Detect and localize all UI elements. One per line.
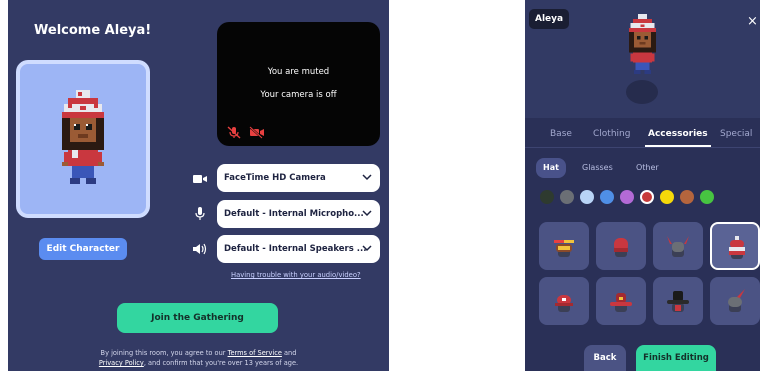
avatar-preview-card [16, 60, 150, 218]
hat-item[interactable] [596, 222, 646, 270]
black-hat-icon [667, 291, 689, 312]
hat-item[interactable] [653, 277, 703, 325]
hat-item[interactable] [710, 277, 760, 325]
tab-accessories[interactable]: Accessories [648, 129, 708, 139]
color-swatch[interactable] [600, 190, 614, 204]
microphone-select-value: Default - Internal Micropho... [224, 209, 364, 219]
color-swatch[interactable] [580, 190, 594, 204]
color-swatch[interactable] [620, 190, 634, 204]
hat-item[interactable] [653, 222, 703, 270]
page-title: Welcome Aleya! [34, 23, 152, 38]
av-trouble-link[interactable]: Having trouble with your audio/video? [231, 271, 361, 279]
legal-suffix: , and confirm that you're over 13 years … [143, 359, 299, 367]
hat-item[interactable] [596, 277, 646, 325]
tab-special[interactable]: Special [720, 129, 752, 139]
avatar-image-small [629, 14, 656, 75]
muted-status: You are muted [267, 67, 330, 77]
mic-off-icon[interactable] [227, 126, 241, 139]
red-beanie-icon [614, 238, 628, 257]
pompom-beanie-icon [729, 236, 745, 259]
color-swatch[interactable] [640, 190, 654, 204]
tab-base[interactable]: Base [550, 129, 572, 139]
close-icon[interactable]: × [747, 14, 758, 29]
speakers-select[interactable]: Default - Internal Speakers ... [217, 235, 380, 263]
video-preview: You are muted Your camera is off [217, 22, 380, 146]
lobby-panel: Welcome Aleya! Edit Character You are mu… [8, 0, 389, 371]
color-swatch[interactable] [680, 190, 694, 204]
category-tabs: Base Clothing Accessories Special [525, 118, 760, 148]
microphone-icon [195, 207, 205, 220]
legal-notice: By joining this room, you agree to our T… [8, 348, 389, 368]
viking-horns-icon [667, 236, 689, 257]
speakers-select-value: Default - Internal Speakers ... [224, 244, 367, 254]
join-gathering-button[interactable]: Join the Gathering [117, 303, 278, 333]
color-swatch[interactable] [700, 190, 714, 204]
character-preview: Aleya × [525, 0, 760, 118]
microphone-select[interactable]: Default - Internal Micropho... [217, 200, 380, 228]
hat-item[interactable] [539, 222, 589, 270]
red-cap-icon [555, 295, 573, 312]
legal-and: and [281, 349, 297, 357]
character-name-tag: Aleya [529, 9, 570, 29]
color-swatch[interactable] [560, 190, 574, 204]
avatar-shadow [626, 80, 658, 104]
avatar-image [62, 90, 104, 184]
privacy-policy-link[interactable]: Privacy Policy [99, 359, 144, 367]
subtab-other[interactable]: Other [636, 158, 659, 178]
tab-clothing[interactable]: Clothing [593, 129, 630, 139]
camera-icon [193, 175, 207, 183]
active-tab-indicator [645, 145, 711, 147]
chevron-down-icon [362, 245, 372, 252]
subtab-glasses[interactable]: Glasses [582, 158, 613, 178]
finish-editing-button[interactable]: Finish Editing [636, 345, 716, 371]
color-swatch[interactable] [540, 190, 554, 204]
cowboy-hat-icon [610, 293, 632, 312]
color-swatch[interactable] [660, 190, 674, 204]
camera-select-value: FaceTime HD Camera [224, 173, 326, 183]
edit-character-button[interactable]: Edit Character [39, 238, 127, 260]
feather-hat-icon [728, 289, 745, 312]
camera-select[interactable]: FaceTime HD Camera [217, 164, 380, 192]
legal-prefix: By joining this room, you agree to our [100, 349, 228, 357]
terms-of-service-link[interactable]: Terms of Service [228, 349, 282, 357]
character-editor-panel: Aleya × Base Clothing Accessories Specia… [525, 0, 760, 371]
subtab-hat[interactable]: Hat [536, 158, 566, 178]
hat-item[interactable] [710, 222, 760, 270]
back-button[interactable]: Back [584, 345, 626, 371]
beanie-propeller-icon [554, 240, 574, 257]
chevron-down-icon [362, 210, 372, 217]
camera-off-status: Your camera is off [260, 90, 337, 100]
chevron-down-icon [362, 174, 372, 181]
hat-item[interactable] [539, 277, 589, 325]
speaker-icon [193, 243, 207, 255]
camera-off-icon[interactable] [249, 126, 265, 139]
